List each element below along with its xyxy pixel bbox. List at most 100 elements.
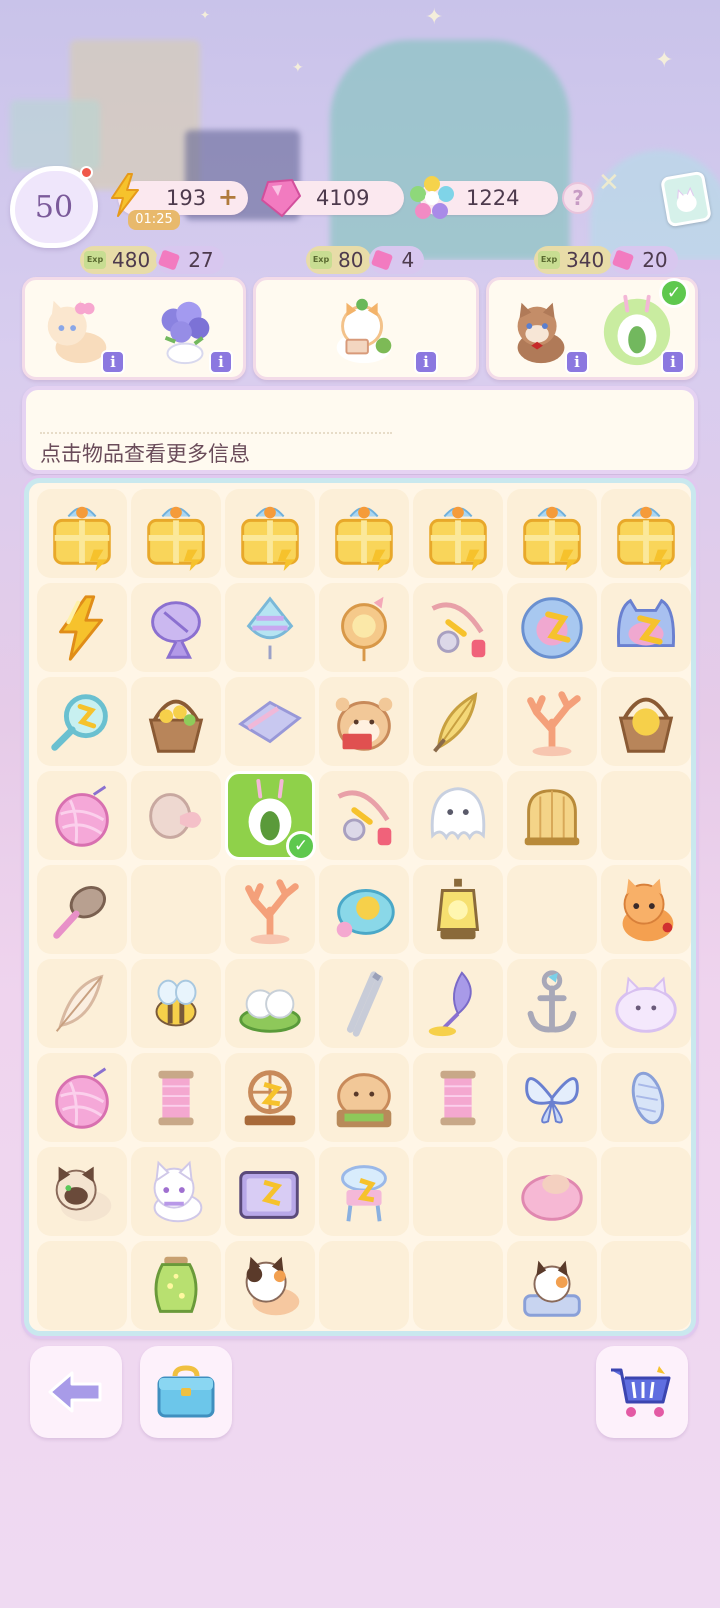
board-cell[interactable] <box>37 771 127 860</box>
board-cell-selected[interactable]: ✓ <box>225 771 316 861</box>
board-cell[interactable] <box>319 865 409 954</box>
board-cell[interactable] <box>225 583 315 672</box>
board-cell[interactable] <box>413 677 503 766</box>
board-cell[interactable] <box>131 959 221 1048</box>
board-cell[interactable] <box>37 583 127 672</box>
magnifier-icon <box>51 693 108 751</box>
help-button[interactable]: ? <box>562 182 594 214</box>
completed-check-icon: ✓ <box>659 278 689 308</box>
board-cell[interactable] <box>507 1053 597 1142</box>
board-cell[interactable] <box>413 865 503 954</box>
order-2-gems: 4 <box>401 248 415 272</box>
board-cell-empty[interactable] <box>507 865 597 954</box>
board-cell-empty[interactable] <box>37 1241 127 1330</box>
info-button[interactable]: i <box>101 350 125 374</box>
gift-box-icon <box>617 506 675 571</box>
gem-icon <box>371 249 394 271</box>
board-cell[interactable] <box>225 959 315 1048</box>
board-cell[interactable] <box>507 1241 597 1330</box>
spinning-wheel-icon <box>244 1069 296 1125</box>
board-cell-empty[interactable] <box>131 865 221 954</box>
board-cell[interactable] <box>37 865 127 954</box>
board-cell[interactable] <box>507 489 597 578</box>
board-cell[interactable] <box>507 1147 597 1236</box>
board-cell[interactable] <box>601 959 691 1048</box>
order-item-bunny-leaf[interactable]: i ✓ <box>597 278 689 374</box>
board-cell[interactable] <box>37 677 127 766</box>
gift-box-icon <box>523 506 581 571</box>
board-cell[interactable] <box>225 677 315 766</box>
energy-timer: 01:25 <box>128 210 180 230</box>
board-cell[interactable] <box>413 959 503 1048</box>
board-cell[interactable] <box>225 865 315 954</box>
board-cell[interactable] <box>131 1053 221 1142</box>
board-cell[interactable] <box>225 489 315 578</box>
board-cell[interactable] <box>507 959 597 1048</box>
info-button[interactable]: i <box>209 350 233 374</box>
order-card-2[interactable]: i <box>253 277 479 380</box>
gem-value: 4109 <box>316 186 370 210</box>
info-button[interactable]: i <box>414 350 438 374</box>
order-1-rewards: Exp 480 27 <box>80 245 224 275</box>
board-cell-empty[interactable] <box>413 1241 503 1330</box>
board-cell[interactable] <box>131 771 221 860</box>
back-button[interactable] <box>30 1346 122 1438</box>
inventory-button[interactable] <box>140 1346 232 1438</box>
board-cell[interactable] <box>507 583 597 672</box>
order-card-3[interactable]: i i ✓ <box>486 277 698 380</box>
board-cell[interactable] <box>225 1053 315 1142</box>
card-collection-button[interactable] <box>659 170 713 228</box>
board-cell[interactable] <box>131 1147 221 1236</box>
board-cell[interactable] <box>507 771 597 860</box>
board-cell[interactable] <box>319 583 409 672</box>
pink-gem-icon <box>261 179 301 217</box>
satellite-dish-icon <box>151 600 201 659</box>
board-cell[interactable] <box>601 865 691 954</box>
order-item-flower-vase[interactable]: i <box>145 290 233 374</box>
board-cell[interactable] <box>413 1053 503 1142</box>
board-cell[interactable] <box>225 1241 315 1330</box>
order-card-1[interactable]: i i <box>22 277 246 380</box>
board-cell[interactable] <box>319 1053 409 1142</box>
board-cell[interactable] <box>319 1147 409 1236</box>
cloud-cat-icon <box>615 976 677 1033</box>
board-cell[interactable] <box>601 489 691 578</box>
order-item-cat-with-bow[interactable]: i <box>37 290 125 374</box>
board-cell[interactable] <box>601 1053 691 1142</box>
board-cell[interactable] <box>37 959 127 1048</box>
board-cell[interactable] <box>131 583 221 672</box>
info-button[interactable]: i <box>661 350 685 374</box>
board-cell[interactable] <box>601 677 691 766</box>
board-cell[interactable] <box>131 677 221 766</box>
board-cell[interactable] <box>413 771 503 860</box>
board-cell[interactable] <box>131 489 221 578</box>
order-item-brown-cat[interactable]: i <box>501 290 589 374</box>
order-item-cat-with-letter[interactable]: i <box>324 290 438 374</box>
fishing-rod-icon <box>431 601 486 657</box>
brooch-icon <box>341 596 387 661</box>
board-cell[interactable] <box>601 583 691 672</box>
board-cell[interactable] <box>319 677 409 766</box>
board-cell[interactable] <box>37 489 127 578</box>
board-cell[interactable] <box>413 489 503 578</box>
info-button[interactable]: i <box>565 350 589 374</box>
board-cell[interactable] <box>413 583 503 672</box>
board-cell[interactable] <box>225 1147 315 1236</box>
notification-dot <box>80 166 93 179</box>
board-cell[interactable] <box>131 1241 221 1330</box>
shop-button[interactable] <box>596 1346 688 1438</box>
board-cell[interactable] <box>37 1147 127 1236</box>
board-cell[interactable] <box>507 677 597 766</box>
divider <box>40 432 392 434</box>
board-cell-empty[interactable] <box>601 1147 691 1236</box>
board-cell-empty[interactable] <box>413 1147 503 1236</box>
gift-box-icon <box>241 506 299 571</box>
board-cell-empty[interactable] <box>601 1241 691 1330</box>
board-cell[interactable] <box>319 959 409 1048</box>
board-cell[interactable] <box>37 1053 127 1142</box>
board-cell[interactable] <box>319 489 409 578</box>
board-cell[interactable] <box>319 771 409 860</box>
board-cell-empty[interactable] <box>601 771 691 860</box>
add-energy-button[interactable]: + <box>218 183 238 211</box>
board-cell-empty[interactable] <box>319 1241 409 1330</box>
